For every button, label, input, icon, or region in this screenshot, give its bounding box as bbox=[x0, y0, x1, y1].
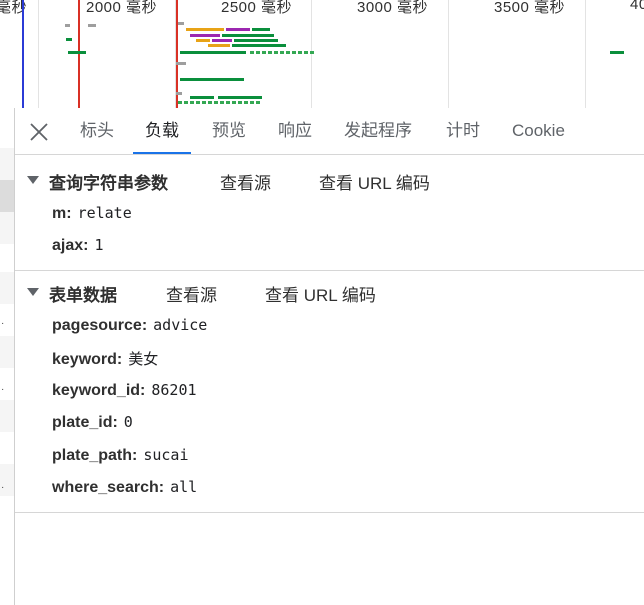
timeline-tick-label: 3000 毫秒 bbox=[357, 0, 429, 16]
request-bar bbox=[212, 39, 232, 42]
param-value: all bbox=[170, 478, 198, 496]
request-bar bbox=[190, 96, 214, 99]
param-value: sucai bbox=[143, 446, 189, 464]
request-bar bbox=[226, 28, 250, 31]
form-data-section: 表单数据 查看源 查看 URL 编码 pagesource: advice key… bbox=[15, 276, 644, 512]
details-tab-bar: 标头 负载 预览 响应 发起程序 计时 Cookie bbox=[15, 108, 644, 155]
tab-response[interactable]: 响应 bbox=[278, 108, 312, 154]
param-key: keyword: bbox=[52, 351, 123, 368]
list-item[interactable] bbox=[0, 108, 14, 140]
tab-headers[interactable]: 标头 bbox=[80, 108, 114, 154]
request-details-panel: 标头 负载 预览 响应 发起程序 计时 Cookie 查询字符串参数 查看源 查… bbox=[15, 108, 644, 605]
param-key: pagesource: bbox=[52, 317, 148, 334]
expand-triangle-icon[interactable] bbox=[27, 176, 39, 184]
param-row: plate_id: 0 bbox=[52, 413, 133, 437]
request-bar bbox=[176, 92, 182, 95]
param-key: plate_path: bbox=[52, 447, 138, 464]
param-row: pagesource: advice bbox=[52, 316, 207, 340]
param-key: ajax: bbox=[52, 237, 89, 254]
param-key: plate_id: bbox=[52, 414, 118, 431]
request-bar bbox=[250, 51, 316, 54]
dom-content-loaded-line bbox=[22, 0, 24, 108]
param-key: m: bbox=[52, 205, 72, 222]
request-bar bbox=[178, 101, 262, 104]
tab-cookies[interactable]: Cookie bbox=[512, 108, 565, 154]
request-bar bbox=[610, 51, 624, 54]
request-bar bbox=[186, 28, 224, 31]
close-icon[interactable] bbox=[27, 120, 51, 144]
tab-payload[interactable]: 负载 bbox=[133, 108, 191, 154]
param-value: advice bbox=[153, 316, 208, 334]
request-bar bbox=[68, 51, 86, 54]
request-bar bbox=[252, 28, 270, 31]
view-source-button[interactable]: 查看源 bbox=[166, 281, 217, 306]
network-overview-timeline[interactable]: 毫秒 2000 毫秒 2500 毫秒 3000 毫秒 3500 毫秒 40 bbox=[0, 0, 644, 109]
request-bar bbox=[180, 78, 244, 81]
request-bar bbox=[88, 24, 96, 27]
section-title: 表单数据 bbox=[49, 286, 117, 305]
timeline-gridline bbox=[311, 0, 312, 108]
list-item[interactable] bbox=[0, 272, 14, 304]
tab-initiator[interactable]: 发起程序 bbox=[344, 108, 412, 154]
list-item[interactable] bbox=[0, 400, 14, 432]
truncated-text-icon: · bbox=[1, 318, 5, 329]
section-divider bbox=[15, 270, 644, 271]
timeline-tick-label: 3500 毫秒 bbox=[494, 0, 566, 16]
query-params-section: 查询字符串参数 查看源 查看 URL 编码 m: relate ajax: 1 bbox=[15, 164, 644, 270]
param-value: relate bbox=[77, 204, 132, 222]
param-row: where_search: all bbox=[52, 478, 197, 502]
request-bar bbox=[222, 34, 274, 37]
request-bar bbox=[234, 39, 278, 42]
timeline-tick-label: 2500 毫秒 bbox=[221, 0, 293, 16]
request-bar bbox=[176, 62, 186, 65]
timeline-gridline bbox=[448, 0, 449, 108]
request-bar bbox=[196, 39, 210, 42]
tab-preview[interactable]: 预览 bbox=[212, 108, 246, 154]
list-item[interactable] bbox=[0, 180, 14, 212]
list-item[interactable] bbox=[0, 148, 14, 180]
truncated-text-icon: · bbox=[1, 482, 5, 493]
param-key: where_search: bbox=[52, 479, 165, 496]
timeline-tick-label: 40 bbox=[630, 0, 644, 13]
param-row: keyword: 美女 bbox=[52, 348, 158, 372]
param-row: m: relate bbox=[52, 204, 132, 228]
section-title: 查询字符串参数 bbox=[49, 174, 168, 193]
request-bar bbox=[180, 51, 246, 54]
param-row: plate_path: sucai bbox=[52, 446, 189, 470]
request-bar bbox=[218, 96, 262, 99]
request-bar bbox=[208, 44, 230, 47]
param-value: 0 bbox=[123, 413, 133, 431]
timeline-gridline bbox=[585, 0, 586, 108]
param-value: 美女 bbox=[128, 350, 159, 368]
load-event-line bbox=[78, 0, 80, 108]
list-item[interactable] bbox=[0, 212, 14, 244]
param-key: keyword_id: bbox=[52, 382, 146, 399]
request-list-edge[interactable]: · · · bbox=[0, 108, 15, 605]
request-bar bbox=[65, 24, 70, 27]
truncated-text-icon: · bbox=[1, 384, 5, 395]
view-url-encoded-button[interactable]: 查看 URL 编码 bbox=[319, 169, 430, 194]
request-bar bbox=[190, 34, 220, 37]
timeline-tick-label: 2000 毫秒 bbox=[86, 0, 158, 16]
form-data-header[interactable]: 表单数据 查看源 查看 URL 编码 bbox=[15, 276, 644, 310]
param-value: 1 bbox=[94, 236, 104, 254]
param-row: keyword_id: 86201 bbox=[52, 381, 197, 405]
expand-triangle-icon[interactable] bbox=[27, 288, 39, 296]
query-params-header[interactable]: 查询字符串参数 查看源 查看 URL 编码 bbox=[15, 164, 644, 198]
request-bar bbox=[66, 38, 72, 41]
request-bar bbox=[178, 22, 184, 25]
timeline-gridline bbox=[38, 0, 39, 108]
view-source-button[interactable]: 查看源 bbox=[220, 169, 271, 194]
request-bar bbox=[232, 44, 286, 47]
view-url-encoded-button[interactable]: 查看 URL 编码 bbox=[265, 281, 376, 306]
tab-timing[interactable]: 计时 bbox=[446, 108, 480, 154]
param-value: 86201 bbox=[151, 381, 197, 399]
param-row: ajax: 1 bbox=[52, 236, 104, 260]
section-divider bbox=[15, 512, 644, 513]
list-item[interactable] bbox=[0, 336, 14, 368]
